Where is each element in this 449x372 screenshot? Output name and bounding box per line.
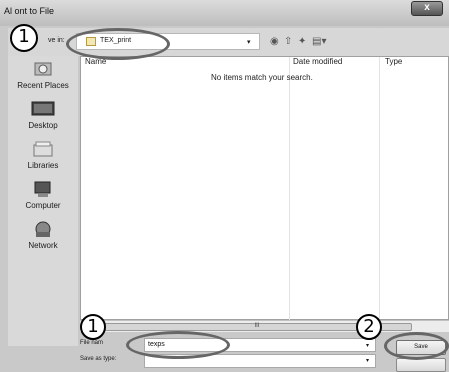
file-list[interactable]: Name Date modified Type No items match y… [80,56,449,321]
views-menu-icon[interactable]: ▤▾ [312,36,326,47]
place-label: Computer [25,201,61,210]
place-computer[interactable]: Computer [8,180,78,210]
column-header-date-modified[interactable]: Date modified [293,57,342,67]
network-icon [35,221,51,237]
new-folder-icon[interactable]: ✦ [298,36,306,47]
callout-label: 1 [87,316,99,337]
up-folder-icon[interactable]: ⇧ [284,36,292,47]
title-bar: Al ont to File x [0,0,449,26]
cancel-button[interactable] [396,358,446,372]
computer-icon [34,181,51,197]
highlight-ellipse [126,331,230,359]
chevron-down-icon[interactable]: ▾ [366,342,369,349]
place-desktop[interactable]: Desktop [8,100,78,130]
place-label: Network [28,241,58,250]
scrollbar-grip: III [254,323,260,329]
save-in-label: ve in: [48,37,65,44]
highlight-ellipse [384,332,449,360]
desktop-icon [31,101,55,116]
column-header-type[interactable]: Type [385,57,402,67]
libraries-icon [33,141,53,157]
save-dialog-window: Al ont to File x ve in: TEX_print ▾ ◉ ⇧ … [0,0,449,372]
recent-places-icon [34,62,52,76]
chevron-down-icon[interactable]: ▾ [247,38,251,46]
callout-number-1: 1 [80,314,106,340]
column-divider [379,57,380,321]
close-button[interactable]: x [411,1,443,16]
place-label: Recent Places [17,81,69,90]
column-divider [289,57,290,321]
callout-label: 2 [363,316,375,337]
callout-label: 1 [18,26,30,47]
place-network[interactable]: Network [8,220,78,250]
place-recent-places[interactable]: Recent Places [8,60,78,90]
horizontal-scrollbar[interactable]: III [80,320,449,332]
empty-list-message: No items match your search. [211,73,313,82]
place-label: Desktop [28,121,58,130]
save-as-type-label: Save as type: [80,356,117,362]
callout-number-1: 1 [10,24,38,52]
callout-number-2: 2 [356,314,382,340]
file-name-label: File nam [80,340,104,346]
chevron-down-icon[interactable]: ▾ [366,357,369,364]
place-libraries[interactable]: Libraries [8,140,78,170]
back-icon[interactable]: ◉ [270,36,279,47]
place-label: Libraries [27,161,59,170]
close-icon: x [424,2,430,13]
highlight-ellipse [66,28,170,60]
dialog-title: Al ont to File [4,6,55,16]
